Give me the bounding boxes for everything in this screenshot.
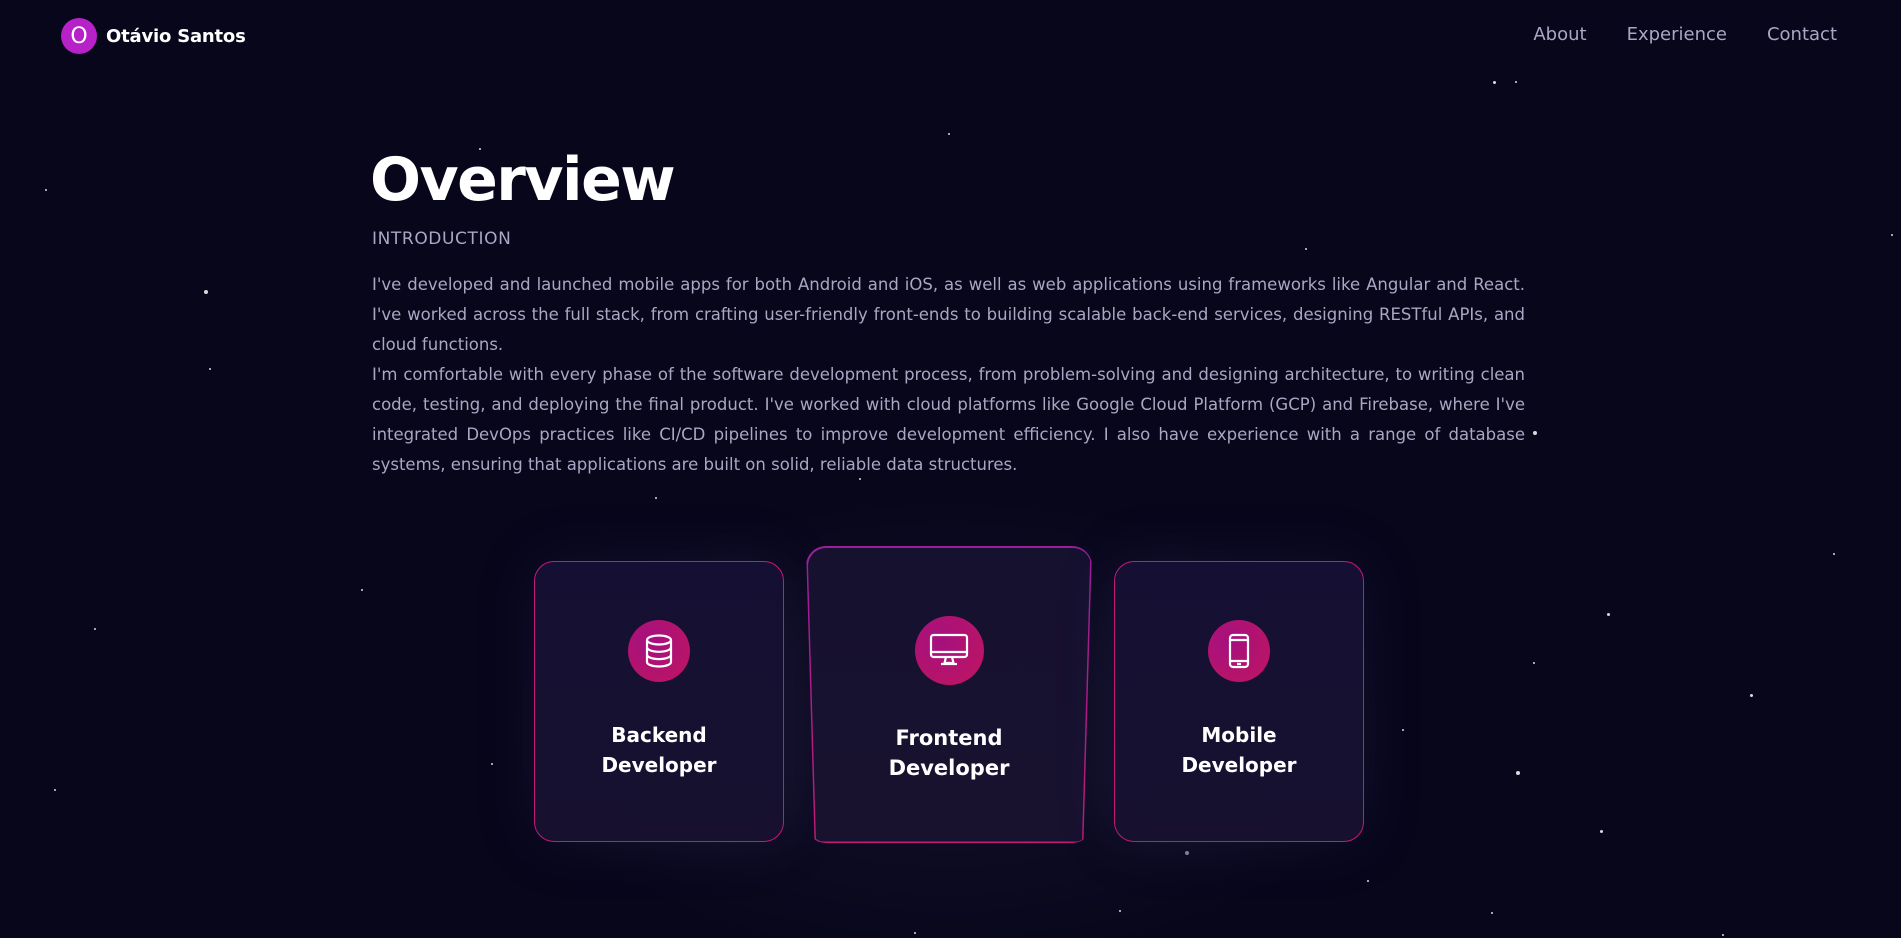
star: [1891, 234, 1893, 236]
database-icon: [628, 620, 690, 682]
intro-paragraph: I've developed and launched mobile apps …: [372, 275, 1525, 354]
star: [361, 589, 363, 591]
star: [1533, 662, 1535, 664]
star: [1515, 81, 1517, 83]
service-card-title-line: Frontend: [895, 725, 1003, 750]
star: [1185, 851, 1189, 855]
nav-link-about[interactable]: About: [1533, 24, 1586, 45]
service-card-frontend[interactable]: Frontend Developer: [806, 546, 1092, 843]
navbar: O Otávio Santos About Experience Contact: [0, 0, 1901, 74]
service-card-mobile[interactable]: Mobile Developer: [1114, 561, 1364, 842]
section-subtitle: INTRODUCTION: [372, 229, 512, 249]
section-title: Overview: [370, 145, 676, 215]
star: [94, 628, 96, 630]
intro-paragraph: I'm comfortable with every phase of the …: [372, 365, 1525, 474]
star: [1367, 880, 1369, 882]
star: [1305, 248, 1307, 250]
star: [204, 290, 208, 294]
star: [1833, 553, 1835, 555]
star: [1750, 694, 1753, 697]
service-card-backend[interactable]: Backend Developer: [534, 561, 784, 842]
star: [1493, 81, 1496, 84]
star: [1607, 613, 1610, 616]
star: [1722, 934, 1724, 936]
star: [209, 368, 211, 370]
star: [1533, 431, 1537, 435]
brand-name: Otávio Santos: [106, 25, 246, 47]
nav-links: About Experience Contact: [1533, 24, 1837, 45]
star: [1600, 830, 1603, 833]
service-card-title: Mobile Developer: [1139, 720, 1339, 780]
star: [948, 133, 950, 135]
service-card-title-line: Developer: [1181, 753, 1297, 777]
star: [45, 189, 47, 191]
service-card-title: Backend Developer: [559, 720, 759, 780]
service-card-title-line: Mobile: [1201, 723, 1277, 747]
service-card-title-line: Developer: [601, 753, 717, 777]
service-card-inner: Frontend Developer: [807, 547, 1091, 842]
smartphone-icon: [1208, 620, 1270, 682]
service-card-title: Frontend Developer: [849, 723, 1049, 783]
nav-link-contact[interactable]: Contact: [1767, 24, 1837, 45]
star: [1491, 912, 1493, 914]
nav-link-experience[interactable]: Experience: [1627, 24, 1727, 45]
monitor-icon: [914, 615, 984, 685]
star: [1402, 729, 1404, 731]
star: [914, 932, 916, 934]
star: [1119, 910, 1121, 912]
service-card-title-line: Developer: [888, 755, 1010, 780]
brand-link[interactable]: O Otávio Santos: [61, 18, 246, 54]
page: O Otávio Santos About Experience Contact…: [0, 0, 1901, 938]
logo-icon: O: [61, 18, 97, 54]
star: [1516, 771, 1520, 775]
service-card-title-line: Backend: [611, 723, 707, 747]
star: [491, 763, 493, 765]
star: [655, 497, 657, 499]
intro-text: I've developed and launched mobile apps …: [372, 270, 1525, 480]
star: [54, 789, 56, 791]
